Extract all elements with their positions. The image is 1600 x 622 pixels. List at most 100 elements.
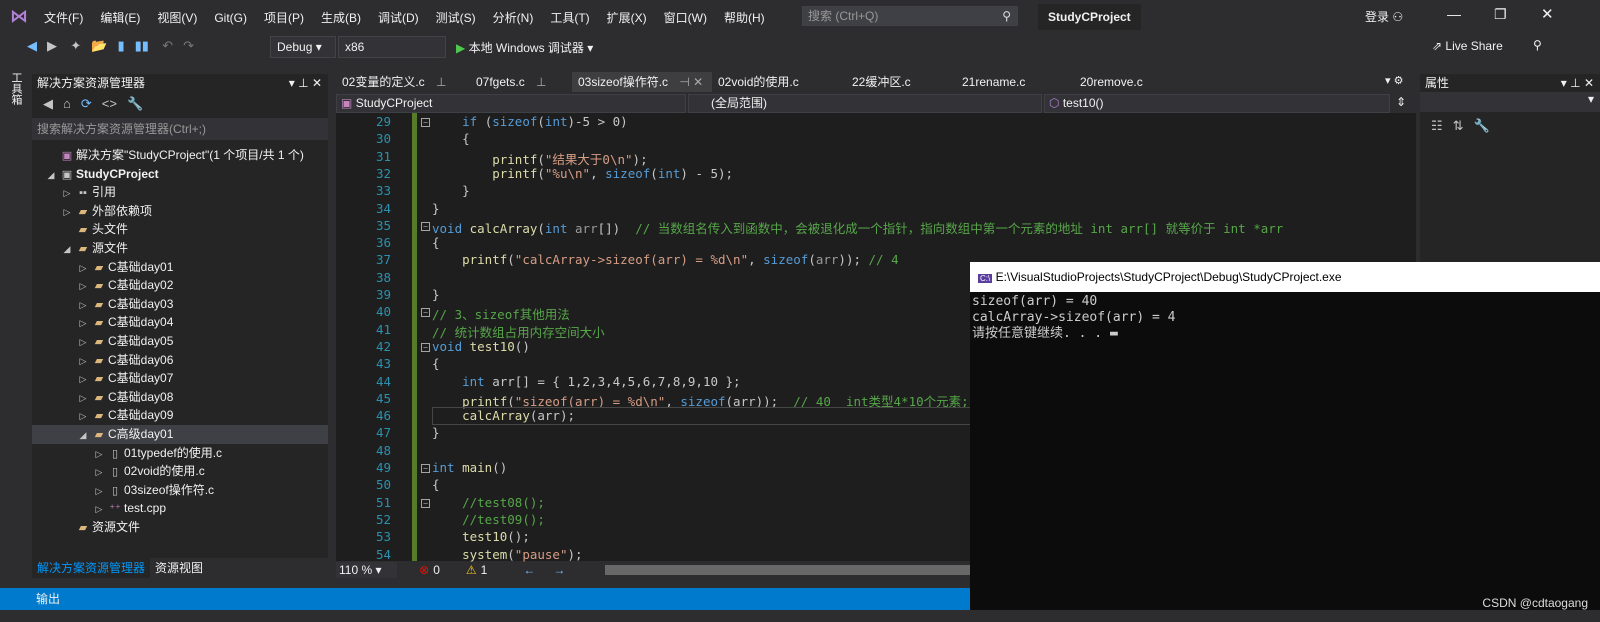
output-tab[interactable]: 输出 — [36, 592, 60, 606]
back-icon[interactable]: ◀ — [43, 96, 53, 112]
new-item-icon[interactable]: ✦ — [70, 38, 81, 54]
collapse-icon[interactable]: − — [421, 118, 430, 127]
menu-item[interactable]: 扩展(X) — [607, 9, 647, 26]
tree-item[interactable]: ▷ ▰ C基础day07 — [32, 369, 328, 388]
object-dropdown[interactable]: ▾ — [1420, 92, 1600, 112]
home-icon[interactable]: ⌂ — [63, 96, 71, 111]
toolbox-tab[interactable]: 工具箱 — [8, 72, 24, 105]
member-dropdown[interactable]: ⬡ test10() — [1044, 94, 1390, 113]
close-button[interactable]: ✕ — [1541, 5, 1554, 23]
tree-item[interactable]: ▷ ▰ C基础day03 — [32, 295, 328, 314]
collapsed-icon[interactable]: ▷ — [92, 445, 106, 464]
collapse-icon[interactable]: − — [421, 342, 430, 352]
tree-item[interactable]: ▣ 解决方案"StudyCProject"(1 个项目/共 1 个) — [32, 146, 328, 165]
solution-search-input[interactable]: 搜索解决方案资源管理器(Ctrl+;) — [32, 118, 328, 140]
live-share-button[interactable]: ⇗ Live Share — [1432, 39, 1503, 53]
tree-item[interactable]: ▷ ▰ C基础day05 — [32, 332, 328, 351]
expanded-icon[interactable]: ◢ — [76, 426, 90, 445]
collapse-icon[interactable]: − — [421, 308, 430, 318]
warning-icon[interactable]: ⚠ — [466, 563, 477, 577]
tree-item[interactable]: ▷ ▰ C基础day09 — [32, 406, 328, 425]
pin-icon[interactable]: ⊥ — [533, 75, 546, 89]
tab-0[interactable]: 02变量的定义.c ⊥ — [336, 72, 466, 92]
collapsed-icon[interactable]: ▷ — [76, 296, 90, 315]
pin-icon[interactable]: ▾ ⊥ ✕ — [289, 74, 322, 92]
split-icon[interactable]: ⇕ — [1396, 95, 1406, 109]
project-dropdown[interactable]: ▣ StudyCProject — [336, 94, 686, 113]
collapsed-icon[interactable]: ▷ — [76, 333, 90, 352]
tree-item[interactable]: ▷ ▯ 01typedef的使用.c — [32, 444, 328, 463]
tree-item[interactable]: ▷ ▰ C基础day08 — [32, 388, 328, 407]
menu-item[interactable]: 分析(N) — [493, 9, 534, 26]
pin-icon[interactable]: ⊣ ✕ — [676, 75, 703, 89]
platform-dropdown[interactable]: x86 — [338, 36, 446, 58]
tab-3[interactable]: 02void的使用.c — [712, 72, 842, 92]
panel-tab[interactable]: 资源视图 — [150, 558, 208, 578]
collapsed-icon[interactable]: ▷ — [92, 500, 106, 519]
collapsed-icon[interactable]: ▷ — [92, 482, 106, 501]
tree-item[interactable]: ▷ ▪▪ 引用 — [32, 183, 328, 202]
collapsed-icon[interactable]: ▷ — [76, 277, 90, 296]
tree-item[interactable]: ▷ ⁺⁺ test.cpp — [32, 499, 328, 518]
login-button[interactable]: 登录 ⚇ — [1365, 8, 1403, 25]
collapsed-icon[interactable]: ▷ — [60, 184, 74, 203]
collapsed-icon[interactable]: ▷ — [76, 314, 90, 333]
menu-item[interactable]: Git(G) — [214, 11, 247, 25]
collapsed-icon[interactable]: ▷ — [76, 352, 90, 371]
menu-item[interactable]: 视图(V) — [157, 9, 197, 26]
tree-item[interactable]: ▷ ▰ C基础day01 — [32, 258, 328, 277]
config-dropdown[interactable]: Debug ▾ — [270, 36, 336, 58]
scope-dropdown[interactable]: (全局范围) — [688, 94, 1042, 113]
tree-item[interactable]: ◢ ▰ C高级day01 — [32, 424, 328, 445]
run-button[interactable]: ▶ 本地 Windows 调试器 ▾ — [456, 39, 593, 56]
tree-item[interactable]: ▰ 资源文件 — [32, 518, 328, 537]
forward-icon[interactable]: ▶ — [47, 38, 57, 54]
menu-item[interactable]: 调试(D) — [378, 9, 419, 26]
minimize-button[interactable]: — — [1447, 6, 1461, 22]
feedback-icon[interactable]: ⚲ — [1533, 38, 1542, 52]
categorized-icon[interactable]: ☷ — [1431, 118, 1443, 134]
restore-button[interactable]: ❐ — [1494, 6, 1507, 23]
menu-item[interactable]: 窗口(W) — [664, 9, 707, 26]
collapsed-icon[interactable]: ▷ — [76, 407, 90, 426]
tree-item[interactable]: ▰ 头文件 — [32, 220, 328, 239]
panel-tab[interactable]: 解决方案资源管理器 — [32, 558, 151, 578]
tab-overflow-icon[interactable]: ▾ ⚙ — [1385, 74, 1403, 87]
save-icon[interactable]: ▮ — [117, 38, 124, 54]
tree-item[interactable]: ▷ ▰ 外部依赖项 — [32, 202, 328, 221]
tree-item[interactable]: ◢ ▣ StudyCProject — [32, 165, 328, 184]
wrench-icon[interactable]: 🔧 — [127, 96, 143, 112]
wrench-icon[interactable]: 🔧 — [1474, 118, 1490, 134]
zoom-dropdown[interactable]: 110 % ▾ — [336, 562, 398, 578]
pin-icon[interactable]: ⊥ — [433, 75, 446, 89]
collapse-icon[interactable]: − — [421, 464, 430, 473]
menu-item[interactable]: 帮助(H) — [724, 9, 765, 26]
collapsed-icon[interactable]: ▷ — [60, 203, 74, 222]
tab-6[interactable]: 20remove.c — [1074, 72, 1204, 92]
expanded-icon[interactable]: ◢ — [60, 240, 74, 259]
tab-2[interactable]: 03sizeof操作符.c ⊣ ✕ — [572, 72, 712, 92]
tree-item[interactable]: ▷ ▰ C基础day06 — [32, 351, 328, 370]
save-all-icon[interactable]: ▮▮ — [135, 38, 149, 54]
open-icon[interactable]: 📂 — [91, 38, 107, 54]
collapsed-icon[interactable]: ▷ — [92, 463, 106, 482]
menu-item[interactable]: 测试(S) — [436, 9, 476, 26]
collapse-icon[interactable]: − — [421, 498, 430, 508]
error-icon[interactable]: ⊗ — [419, 563, 429, 577]
tree-item[interactable]: ▷ ▯ 03sizeof操作符.c — [32, 481, 328, 500]
tree-item[interactable]: ◢ ▰ 源文件 — [32, 239, 328, 258]
nav-forward-icon[interactable]: → — [553, 563, 565, 577]
menu-item[interactable]: 编辑(E) — [100, 9, 140, 26]
search-input[interactable]: 搜索 (Ctrl+Q) ⚲ — [802, 6, 1018, 26]
refresh-icon[interactable]: ⟳ — [81, 96, 92, 112]
redo-icon[interactable]: ↷ — [183, 38, 194, 54]
pin-icon[interactable]: ▾ ⊥ ✕ — [1561, 74, 1594, 92]
back-icon[interactable]: ◀ — [27, 38, 37, 54]
menu-item[interactable]: 项目(P) — [264, 9, 304, 26]
menu-item[interactable]: 工具(T) — [550, 9, 589, 26]
tree-item[interactable]: ▷ ▰ C基础day02 — [32, 276, 328, 295]
tree-item[interactable]: ▷ ▯ 02void的使用.c — [32, 462, 328, 481]
undo-icon[interactable]: ↶ — [162, 38, 173, 54]
menu-item[interactable]: 文件(F) — [44, 9, 83, 26]
alphabetical-icon[interactable]: ⇅ — [1453, 118, 1464, 134]
